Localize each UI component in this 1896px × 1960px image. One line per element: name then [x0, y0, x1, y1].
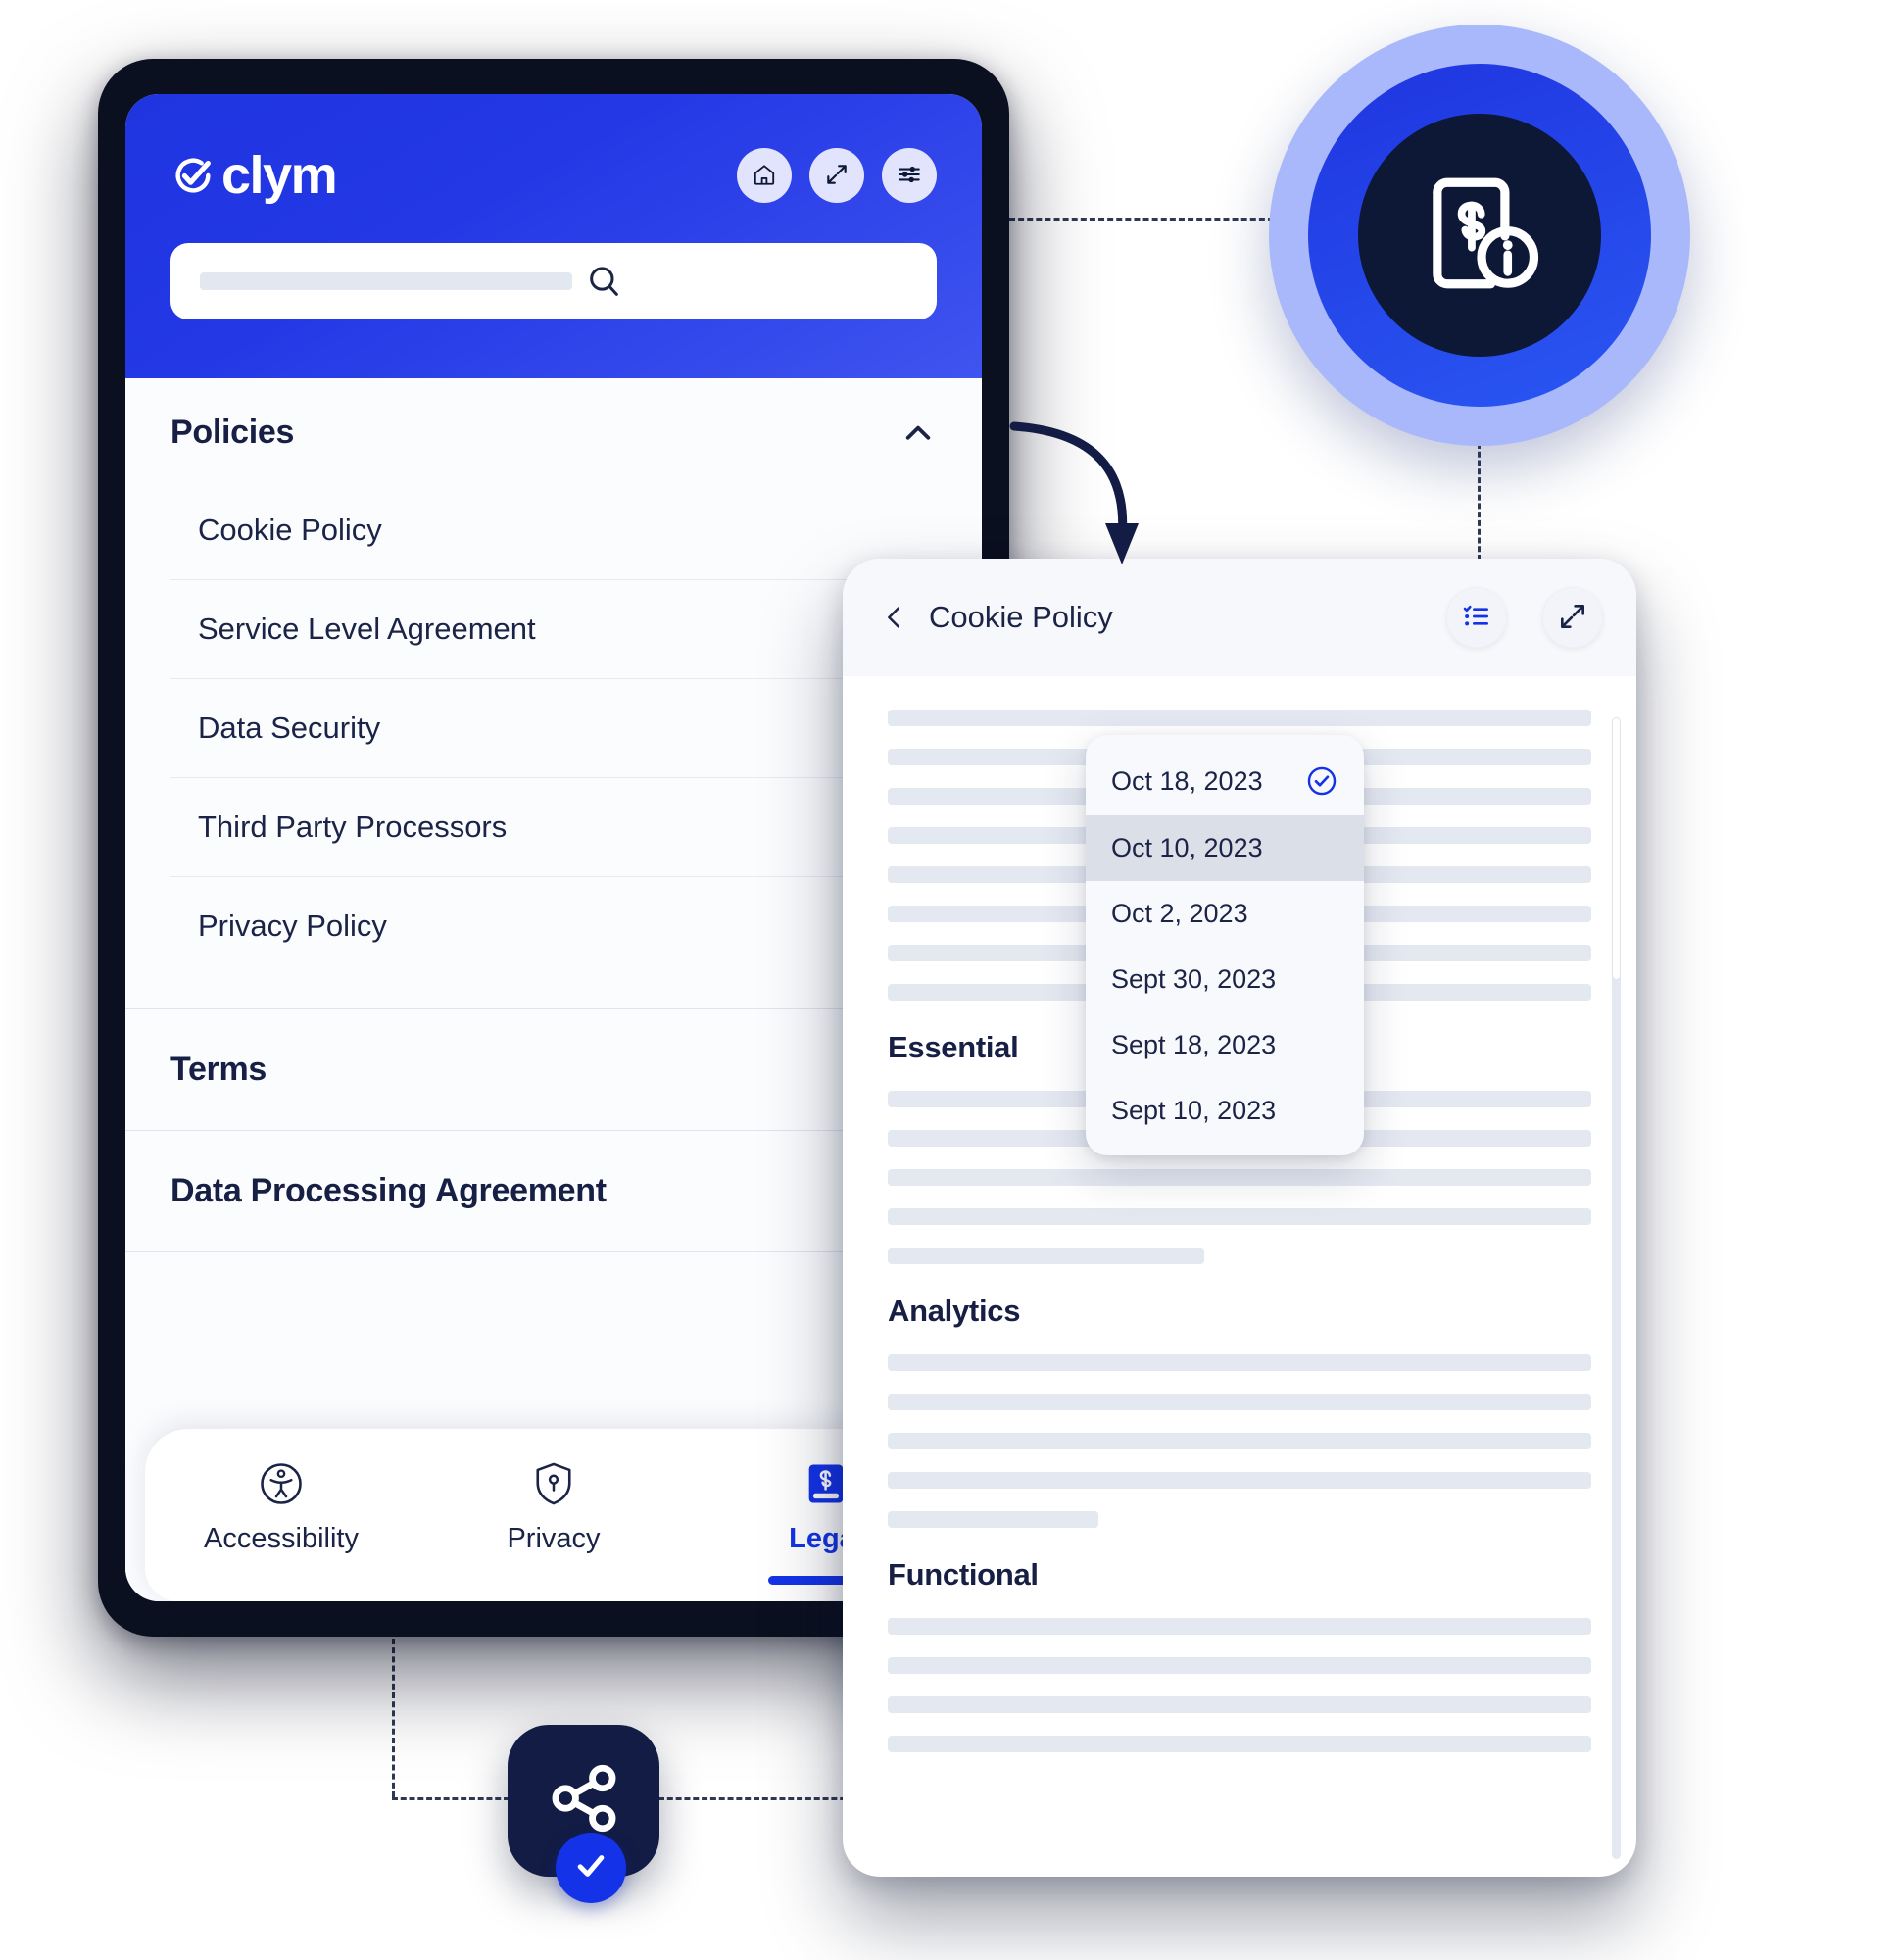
policy-item-privacy-policy[interactable]: Privacy Policy: [170, 876, 937, 975]
check-circle-icon: [1305, 764, 1338, 798]
panel-scrollbar-thumb[interactable]: [1612, 717, 1621, 980]
policy-detail-panel: Cookie Policy Essential Analytics Functi…: [843, 559, 1636, 1877]
home-button[interactable]: [737, 148, 792, 203]
brand-row: clym: [170, 141, 937, 210]
tab-accessibility[interactable]: Accessibility: [145, 1458, 417, 1555]
version-option-oct-2-2023[interactable]: Oct 2, 2023: [1086, 881, 1364, 947]
content-block-analytics: Analytics: [888, 1294, 1591, 1528]
app-header: clym: [125, 94, 982, 378]
share-badge-check: [556, 1833, 626, 1903]
brand-name: clym: [221, 146, 338, 205]
expand-diagonal-icon: [824, 162, 850, 190]
connector-legal-badge-down: [1478, 443, 1481, 561]
expand-button[interactable]: [809, 148, 864, 203]
content-heading-analytics: Analytics: [888, 1294, 1021, 1328]
check-icon: [571, 1846, 610, 1890]
version-option-label: Sept 10, 2023: [1111, 1096, 1277, 1125]
content-heading-functional: Functional: [888, 1557, 1039, 1592]
skeleton-line: [888, 1696, 1591, 1713]
tab-label-privacy: Privacy: [507, 1523, 601, 1554]
skeleton-line: [888, 1394, 1591, 1410]
checklist-icon: [1461, 601, 1492, 635]
policy-item-cookie-policy[interactable]: Cookie Policy: [170, 481, 937, 579]
legal-document-info-icon: [1412, 166, 1547, 306]
version-option-sept-18-2023[interactable]: Sept 18, 2023: [1086, 1012, 1364, 1078]
version-option-sept-10-2023[interactable]: Sept 10, 2023: [1086, 1078, 1364, 1144]
connector-phone-to-legal-badge: [1009, 218, 1274, 220]
shield-keyhole-icon: [528, 1458, 579, 1509]
skeleton-line: [888, 1472, 1591, 1489]
search-bar[interactable]: [170, 243, 937, 319]
skeleton-line: [888, 1248, 1205, 1264]
version-option-oct-18-2023[interactable]: Oct 18, 2023: [1086, 747, 1364, 815]
legal-badge: [1269, 24, 1690, 446]
expand-diagonal-icon: [1557, 601, 1588, 635]
search-input-placeholder-bar: [200, 272, 572, 290]
version-option-label: Sept 18, 2023: [1111, 1030, 1277, 1059]
accessibility-icon: [256, 1458, 307, 1509]
policy-item-third-party-processors[interactable]: Third Party Processors: [170, 777, 937, 876]
policy-item-service-level-agreement[interactable]: Service Level Agreement: [170, 579, 937, 678]
skeleton-line: [888, 1169, 1591, 1186]
skeleton-line: [888, 1511, 1099, 1528]
header-actions: [737, 148, 937, 203]
share-nodes-icon: [544, 1758, 624, 1843]
policy-item-data-security[interactable]: Data Security: [170, 678, 937, 777]
skeleton-line: [888, 1354, 1591, 1371]
screenshot-stage: clym Policies Cookie Policy Service Leve…: [0, 0, 1896, 1960]
skeleton-line: [888, 1736, 1591, 1752]
panel-expand-button[interactable]: [1542, 587, 1603, 648]
panel-title: Cookie Policy: [929, 600, 1113, 634]
chevron-left-icon[interactable]: [880, 603, 909, 632]
panel-header: Cookie Policy: [843, 559, 1636, 676]
preferences-button[interactable]: [882, 148, 937, 203]
version-option-label: Oct 2, 2023: [1111, 899, 1248, 928]
version-option-sept-30-2023[interactable]: Sept 30, 2023: [1086, 947, 1364, 1012]
connector-phone-down: [392, 1639, 395, 1797]
search-icon[interactable]: [584, 262, 623, 301]
legal-badge-core: [1358, 114, 1601, 357]
sliders-icon: [897, 162, 922, 190]
content-block-functional: Functional: [888, 1557, 1591, 1752]
section-title-policies: Policies: [170, 414, 295, 451]
pointer-arrow: [1009, 421, 1139, 564]
clym-check-logo-icon: [170, 153, 216, 198]
skeleton-line: [888, 1433, 1591, 1449]
versions-button[interactable]: [1446, 587, 1507, 648]
version-option-label: Sept 30, 2023: [1111, 964, 1277, 994]
version-dropdown: Oct 18, 2023 Oct 10, 2023 Oct 2, 2023 Se…: [1086, 735, 1364, 1155]
skeleton-line: [888, 710, 1591, 726]
bottom-tab-bar: Accessibility Privacy Legal: [145, 1429, 962, 1601]
version-option-label: Oct 10, 2023: [1111, 833, 1263, 862]
skeleton-line: [888, 1208, 1591, 1225]
tab-privacy[interactable]: Privacy: [417, 1458, 690, 1555]
section-header-policies[interactable]: Policies: [125, 378, 982, 481]
version-option-oct-10-2023[interactable]: Oct 10, 2023: [1086, 815, 1364, 881]
legal-badge-ring: [1308, 64, 1651, 407]
home-icon: [752, 162, 777, 190]
chevron-up-icon[interactable]: [899, 415, 937, 452]
connector-share-to-panel: [658, 1797, 854, 1800]
skeleton-line: [888, 1618, 1591, 1635]
version-option-label: Oct 18, 2023: [1111, 765, 1263, 796]
skeleton-line: [888, 1657, 1591, 1674]
tab-label-accessibility: Accessibility: [204, 1523, 359, 1554]
connector-to-share-badge: [392, 1797, 510, 1800]
panel-body: Essential Analytics Functional Oct 18, 2…: [843, 676, 1636, 1877]
brand: clym: [170, 146, 338, 205]
